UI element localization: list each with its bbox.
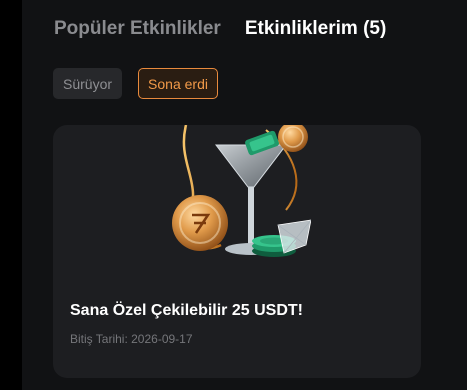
tab-popular-events[interactable]: Popüler Etkinlikler <box>54 18 221 40</box>
event-banner-image <box>172 125 311 257</box>
left-rail <box>0 0 22 390</box>
filter-ended[interactable]: Sona erdi <box>138 68 218 99</box>
filter-ongoing[interactable]: Sürüyor <box>53 68 123 99</box>
event-card[interactable]: Sana Özel Çekilebilir 25 USDT! Bitiş Tar… <box>53 125 421 378</box>
events-panel: Popüler Etkinlikler Etkinliklerim (5) Sü… <box>22 0 467 390</box>
tab-my-events[interactable]: Etkinliklerim (5) <box>245 18 387 40</box>
event-end-date: Bitiş Tarihi: 2026-09-17 <box>70 332 193 346</box>
status-filters: Sürüyor Sona erdi <box>53 68 218 99</box>
event-title: Sana Özel Çekilebilir 25 USDT! <box>70 302 303 319</box>
event-tabs: Popüler Etkinlikler Etkinliklerim (5) <box>54 18 386 40</box>
